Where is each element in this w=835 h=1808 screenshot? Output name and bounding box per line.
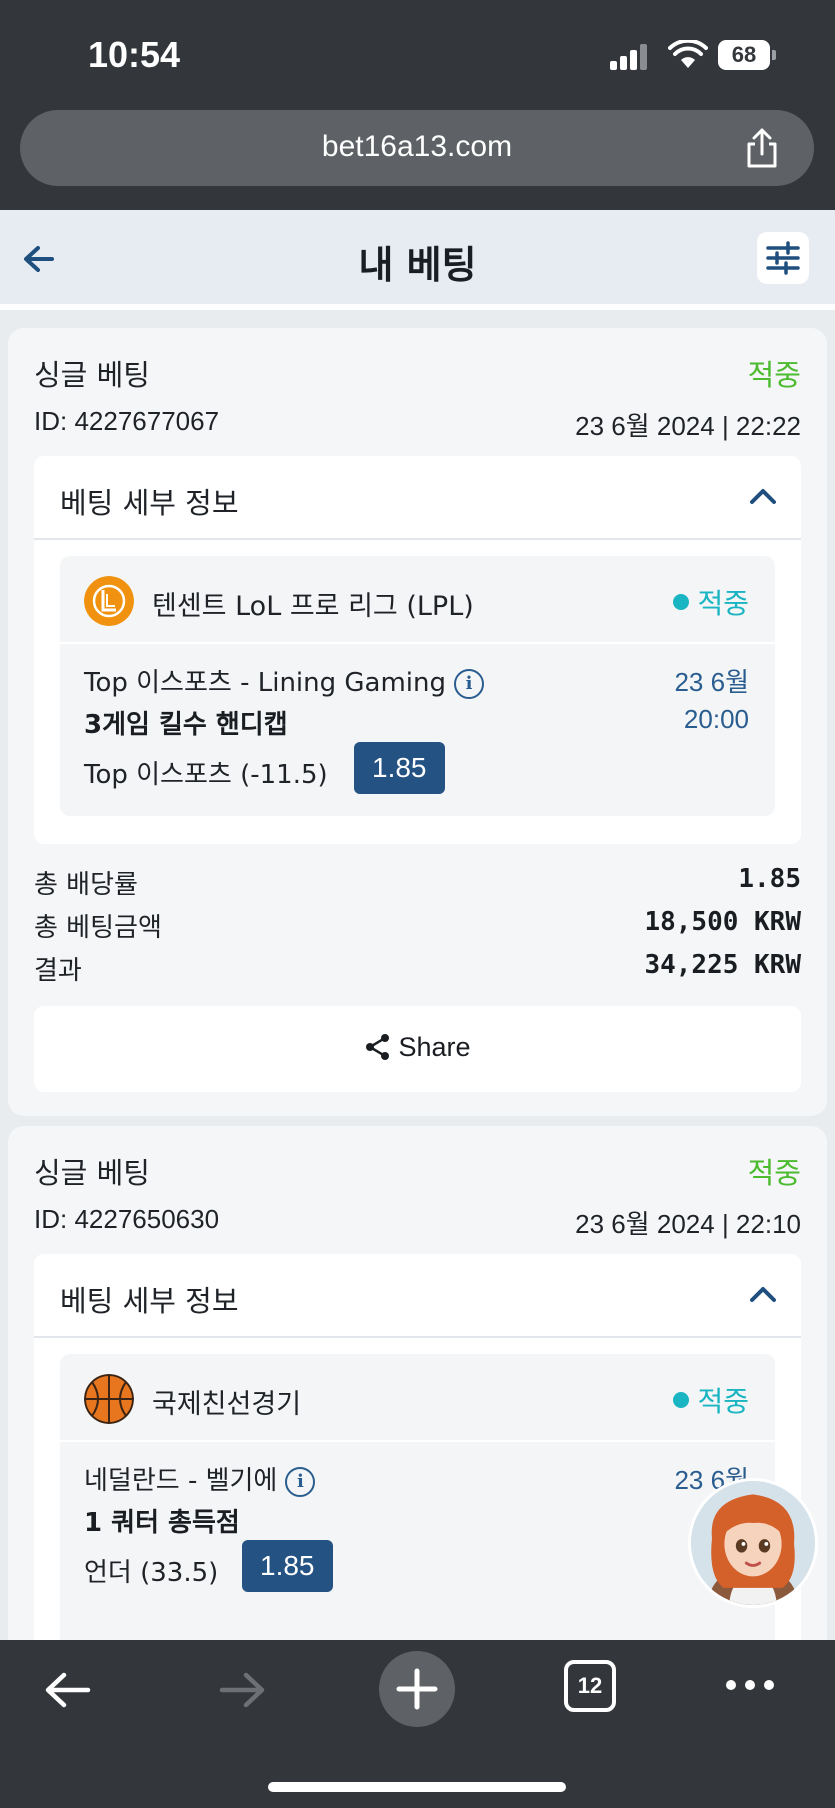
odds-badge: 1.85	[242, 1540, 333, 1592]
status-dot-icon	[673, 594, 690, 610]
filter-button[interactable]	[757, 232, 809, 284]
result-value: 34,225 KRW	[644, 950, 801, 980]
url-text: bet16a13.com	[321, 130, 513, 163]
market-name: 1 쿼터 총득점	[84, 1508, 240, 1538]
tabs-button[interactable]: 12	[564, 1660, 616, 1712]
odds-badge: 1.85	[354, 742, 445, 794]
bet-card: 싱글 베팅 적중 ID: 4227650630 23 6월 2024 | 22:…	[8, 1126, 827, 1694]
match-time: 20:00	[683, 704, 749, 734]
event-status-text: 적중	[697, 587, 749, 620]
avatar-icon	[691, 1481, 815, 1605]
bet-type: 싱글 베팅	[34, 1156, 150, 1190]
bet-type: 싱글 베팅	[34, 358, 150, 392]
basketball-icon	[84, 1374, 134, 1424]
info-icon[interactable]: i	[454, 668, 485, 699]
status-time: 10:54	[88, 34, 181, 75]
bet-id: ID: 4227650630	[34, 1204, 220, 1234]
bet-details-header[interactable]: 베팅 세부 정보	[34, 456, 801, 540]
share-nodes-icon	[366, 1033, 390, 1060]
more-options-icon[interactable]	[724, 1678, 776, 1692]
event-status: 적중	[673, 1380, 749, 1420]
info-icon[interactable]: i	[285, 1466, 316, 1497]
wifi-icon	[668, 40, 708, 68]
event-item: 텐센트 LoL 프로 리그 (LPL) 적중 Top 이스포츠 - Lining…	[60, 556, 775, 816]
bet-id: ID: 4227677067	[34, 406, 220, 436]
share-label: Share	[398, 1032, 471, 1062]
result-label: 결과	[34, 956, 82, 986]
share-button[interactable]: Share	[34, 1006, 801, 1092]
bet-date: 23 6월 2024 | 22:22	[575, 411, 801, 441]
share-icon[interactable]	[740, 126, 784, 170]
url-field[interactable]: bet16a13.com	[20, 110, 814, 186]
selection-name: Top 이스포츠 (-11.5)	[84, 760, 328, 790]
bet-details-title: 베팅 세부 정보	[60, 486, 239, 520]
stake-label: 총 베팅금액	[34, 913, 162, 943]
bet-details-panel: 베팅 세부 정보 텐센트 LoL 프로 리그 (LPL) 적중 Top 이스포츠…	[34, 456, 801, 844]
battery-level: 68	[718, 40, 770, 70]
match-teams: Top 이스포츠 - Lining Gaming	[84, 668, 447, 698]
page-header: 내 베팅	[0, 210, 835, 310]
sliders-icon	[766, 241, 800, 275]
browser-back-icon[interactable]	[42, 1668, 94, 1712]
bet-details-header[interactable]: 베팅 세부 정보	[34, 1254, 801, 1338]
page-title: 내 베팅	[358, 243, 477, 287]
cellular-signal-icon	[610, 44, 650, 70]
match-name: Top 이스포츠 - Lining Gaming i	[84, 662, 485, 699]
stake-value: 18,500 KRW	[644, 907, 801, 937]
support-avatar-button[interactable]	[688, 1478, 818, 1608]
browser-address-bar: bet16a13.com	[0, 100, 835, 210]
league-name: 국제친선경기	[152, 1389, 302, 1420]
bet-summary: 총 배당률 1.85 총 베팅금액 18,500 KRW 결과 34,225 K…	[34, 860, 801, 989]
browser-forward-icon[interactable]	[216, 1668, 268, 1712]
event-status: 적중	[673, 582, 749, 622]
bet-card: 싱글 베팅 적중 ID: 4227677067 23 6월 2024 | 22:…	[8, 328, 827, 1116]
chevron-up-icon[interactable]	[749, 1284, 777, 1304]
league-name: 텐센트 LoL 프로 리그 (LPL)	[152, 591, 474, 622]
event-item: 국제친선경기 적중 네덜란드 - 벨기에i 23 6월 1 쿼터 총득점 2 언…	[60, 1354, 775, 1654]
new-tab-icon[interactable]	[378, 1650, 456, 1728]
status-bar: 10:54 68	[0, 0, 835, 100]
home-indicator[interactable]	[268, 1782, 566, 1792]
match-date: 23 6월	[674, 667, 749, 697]
chevron-up-icon[interactable]	[749, 486, 777, 506]
total-odds-label: 총 배당률	[34, 870, 138, 900]
lol-icon	[84, 576, 134, 626]
browser-toolbar: 12	[0, 1640, 835, 1808]
bet-date: 23 6월 2024 | 22:10	[575, 1209, 801, 1239]
selection-name: 언더 (33.5)	[84, 1558, 219, 1588]
event-status-text: 적중	[697, 1385, 749, 1418]
bet-status: 적중	[747, 358, 801, 392]
tab-count: 12	[577, 1673, 603, 1698]
match-teams: 네덜란드 - 벨기에	[84, 1466, 278, 1496]
status-dot-icon	[673, 1392, 690, 1408]
bet-details-title: 베팅 세부 정보	[60, 1284, 239, 1318]
match-name: 네덜란드 - 벨기에 i	[84, 1460, 316, 1497]
market-name: 3게임 킬수 핸디캡	[84, 710, 288, 740]
bet-status: 적중	[747, 1156, 801, 1190]
total-odds-value: 1.85	[738, 864, 801, 894]
bet-details-panel: 베팅 세부 정보 국제친선경기 적중 네덜란드 - 벨기에 i 23 6월 1 …	[34, 1254, 801, 1694]
battery-icon: 68	[718, 40, 776, 70]
